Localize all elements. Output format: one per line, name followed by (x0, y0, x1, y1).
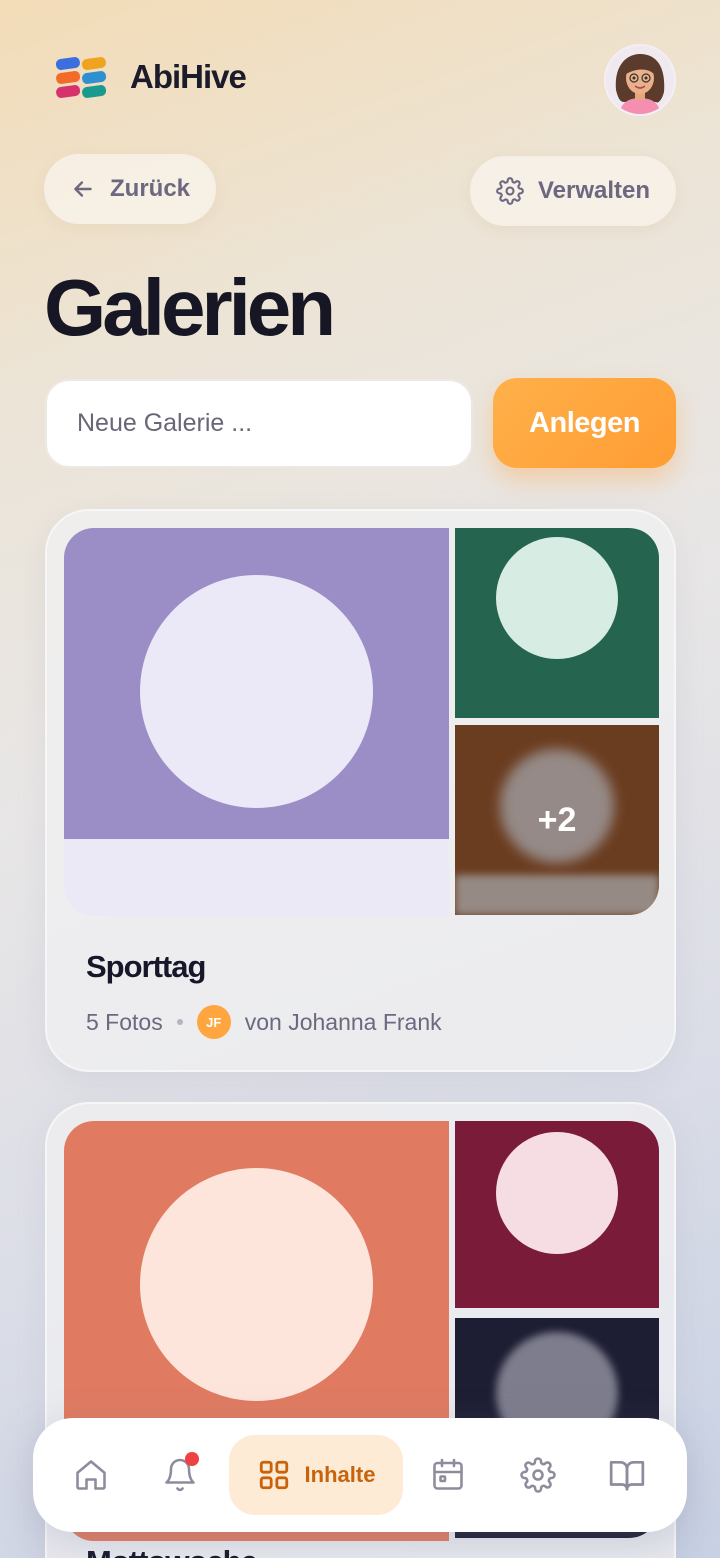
photo-count: 5 Fotos (86, 1008, 163, 1035)
nav-home[interactable] (62, 1446, 120, 1504)
user-avatar[interactable] (604, 44, 676, 116)
nav-guide[interactable] (598, 1446, 656, 1504)
gallery-title: Sporttag (86, 949, 206, 984)
gallery-photo-main[interactable] (64, 528, 449, 916)
create-gallery-button[interactable]: Anlegen (493, 378, 676, 468)
gallery-photo-thumb[interactable]: +2 (455, 725, 659, 915)
back-label: Zurück (110, 175, 191, 202)
nav-content[interactable]: Inhalte (229, 1435, 403, 1515)
more-photos-count: +2 (537, 800, 577, 839)
new-gallery-input[interactable] (45, 379, 473, 468)
gallery-card[interactable]: +2 Sporttag 5 Fotos JF von Johanna Frank (45, 509, 676, 1072)
manage-label: Verwalten (538, 177, 651, 204)
app-header: AbiHive (0, 0, 720, 150)
notification-badge (185, 1452, 199, 1466)
home-icon (76, 1460, 106, 1490)
abihive-logo-icon[interactable] (54, 54, 108, 108)
nav-content-label: Inhalte (304, 1462, 376, 1487)
gallery-meta: 5 Fotos JF von Johanna Frank (86, 1005, 442, 1039)
grid-icon (259, 1460, 288, 1490)
gallery-photo-thumb[interactable] (455, 1121, 659, 1308)
gear-icon (496, 177, 524, 205)
page-title: Galerien (44, 263, 336, 352)
app-name: AbiHive (130, 58, 247, 95)
nav-settings[interactable] (509, 1446, 567, 1504)
gallery-photo-thumb[interactable] (455, 528, 659, 718)
nav-notifications[interactable] (151, 1446, 209, 1504)
calendar-icon (433, 1458, 463, 1490)
nav-calendar[interactable] (419, 1446, 477, 1504)
author-avatar: JF (196, 1005, 231, 1039)
bottom-navigation: Inhalte (33, 1418, 687, 1532)
manage-button[interactable]: Verwalten (470, 156, 676, 226)
gallery-title: Mottowoche (86, 1544, 258, 1558)
book-icon (609, 1460, 645, 1491)
separator-dot (176, 1019, 183, 1025)
gallery-author: von Johanna Frank (244, 1008, 442, 1035)
gear-icon (520, 1457, 556, 1493)
back-button[interactable]: Zurück (44, 154, 216, 224)
arrow-left-icon (74, 181, 92, 197)
